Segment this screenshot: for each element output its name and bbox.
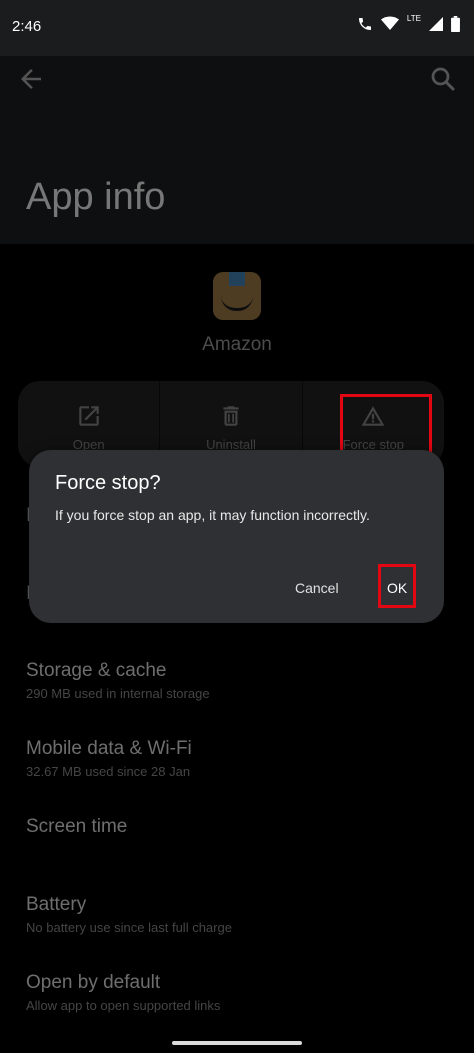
ok-highlight (378, 564, 416, 608)
gesture-nav-bar[interactable] (172, 1041, 302, 1045)
status-bar: 2:46 LTE (0, 0, 474, 56)
signal-icon (429, 17, 443, 31)
battery-icon (451, 16, 460, 32)
dialog-message: If you force stop an app, it may functio… (55, 507, 370, 523)
wifi-icon (380, 16, 399, 30)
status-time: 2:46 (12, 18, 42, 35)
call-icon (358, 18, 371, 30)
lte-label: LTE (406, 13, 421, 23)
dialog-title: Force stop? (55, 472, 161, 494)
cancel-button[interactable]: Cancel (295, 580, 339, 596)
status-icons: LTE (357, 13, 460, 32)
